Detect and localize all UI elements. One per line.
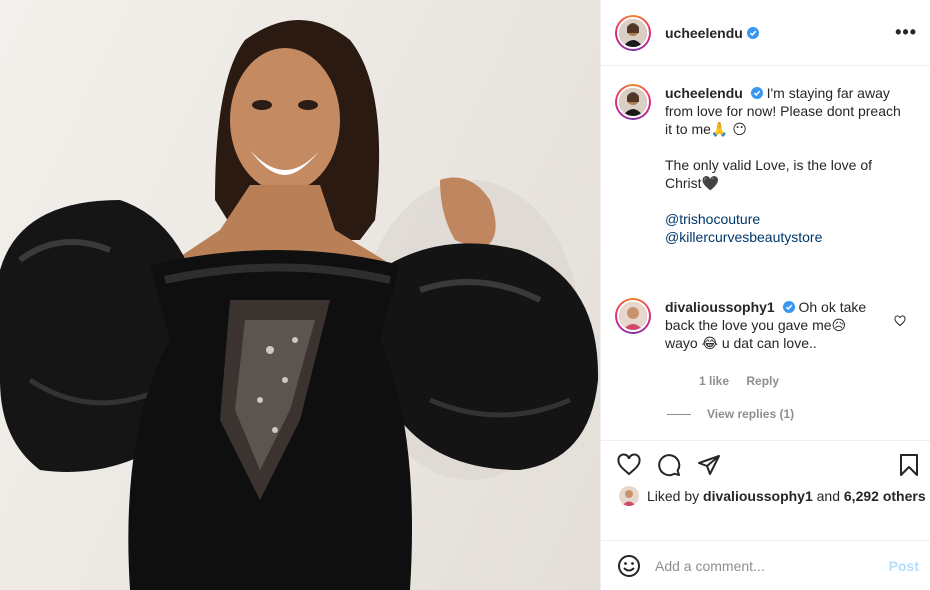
comment-like-icon[interactable]: [894, 315, 906, 327]
comment-username[interactable]: divalioussophy1: [665, 299, 775, 315]
comment-meta: 1 like Reply: [699, 374, 793, 388]
avatar-image: [619, 18, 647, 47]
likes-summary: Liked by divalioussophy1 and 6,292 other…: [619, 486, 926, 506]
reply-button[interactable]: Reply: [746, 374, 779, 388]
comment: divalioussophy1 Oh ok take back the love…: [615, 298, 919, 352]
view-replies-label: View replies (1): [707, 407, 795, 421]
comment-text: divalioussophy1 Oh ok take back the love…: [665, 298, 875, 352]
avatar-image: [619, 302, 647, 330]
caption-line-2: The only valid Love, is the love of Chri…: [665, 157, 873, 191]
mention-link[interactable]: @trishocouture: [665, 210, 905, 228]
heart-icon[interactable]: [617, 453, 641, 477]
verified-icon: [746, 26, 759, 39]
verified-icon: [782, 301, 795, 313]
add-comment-bar: Add a comment... Post: [601, 540, 930, 590]
avatar-image: [619, 486, 639, 506]
comment-likes[interactable]: 1 like: [699, 374, 729, 388]
author-username[interactable]: ucheelendu: [665, 25, 743, 41]
divider: [667, 413, 691, 415]
mention-link[interactable]: @killercurvesbeautystore: [665, 228, 905, 246]
author-avatar[interactable]: [615, 14, 651, 51]
avatar-image: [619, 88, 647, 116]
likes-prefix: Liked by: [647, 488, 700, 504]
likes-and: and: [816, 488, 840, 504]
likes-others[interactable]: 6,292 others: [844, 488, 926, 504]
caption-text: ucheelendu I'm staying far away from lov…: [665, 84, 905, 246]
instagram-post: ucheelendu ••• ucheelendu I'm staying fa…: [0, 0, 930, 590]
action-bar: [601, 440, 930, 486]
caption-avatar[interactable]: [615, 84, 651, 120]
view-replies-button[interactable]: View replies (1): [667, 407, 794, 421]
verified-icon: [750, 87, 763, 99]
post-photo[interactable]: [0, 0, 600, 590]
caption: ucheelendu I'm staying far away from lov…: [615, 84, 919, 246]
emoji-icon[interactable]: [617, 554, 641, 578]
post-side-panel: ucheelendu ••• ucheelendu I'm staying fa…: [600, 0, 930, 590]
post-comment-button[interactable]: Post: [889, 558, 919, 574]
comment-icon[interactable]: [657, 453, 681, 477]
share-icon[interactable]: [697, 453, 721, 477]
liker-username[interactable]: divalioussophy1: [703, 488, 813, 504]
post-header: ucheelendu •••: [601, 0, 930, 66]
caption-username[interactable]: ucheelendu: [665, 85, 743, 101]
liker-avatar[interactable]: [619, 486, 639, 506]
bookmark-icon[interactable]: [897, 453, 921, 477]
commenter-avatar[interactable]: [615, 298, 651, 334]
photo-illustration: [0, 20, 599, 590]
more-icon[interactable]: •••: [895, 22, 917, 43]
